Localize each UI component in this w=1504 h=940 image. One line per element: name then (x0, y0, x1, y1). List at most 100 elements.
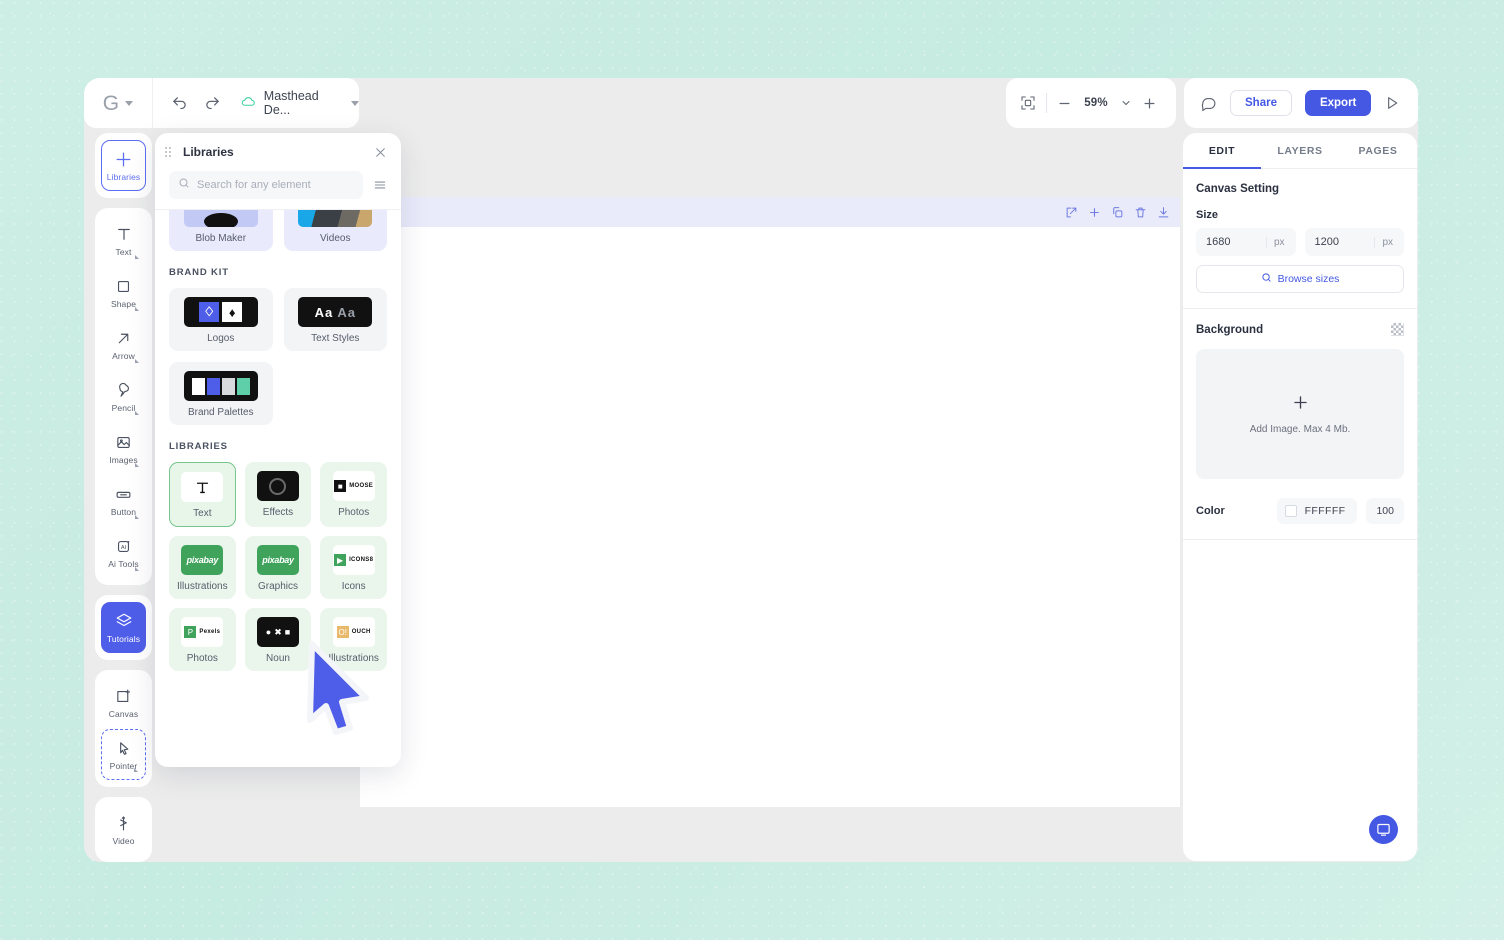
color-opacity-field[interactable]: 100 (1366, 498, 1404, 524)
library-card-photos[interactable]: ■ MOOSE Photos (320, 462, 387, 527)
app-logo-button[interactable]: G (84, 78, 153, 128)
thumbnail-pixabay: pixabay (181, 545, 224, 575)
text-icon (115, 225, 133, 244)
image-icon (115, 433, 132, 452)
tool-card-videos[interactable]: Videos (283, 210, 387, 251)
close-icon[interactable] (374, 146, 387, 159)
help-chat-button[interactable] (1369, 815, 1398, 844)
thumbnail-brand-palettes (183, 371, 258, 401)
redo-button[interactable] (204, 95, 221, 112)
tool-images[interactable]: Images (101, 423, 146, 474)
tool-text[interactable]: Text (101, 215, 146, 266)
library-card-text[interactable]: Text (169, 462, 236, 527)
list-view-icon[interactable] (373, 178, 387, 192)
library-card-illustrations[interactable]: O! OUCH Illustrations (320, 608, 387, 671)
library-card-illustrations[interactable]: pixabay Illustrations (169, 536, 236, 599)
export-button[interactable]: Export (1304, 90, 1372, 116)
chevron-down-icon (125, 100, 134, 106)
drag-handle-icon[interactable] (165, 147, 171, 157)
tool-label: Text (115, 246, 132, 257)
zoom-out-button[interactable] (1057, 96, 1072, 111)
tool-pencil[interactable]: Pencil (101, 371, 146, 422)
color-swatch[interactable] (1284, 505, 1297, 517)
transparency-checker-icon[interactable] (1391, 323, 1404, 336)
card-label: Illustrations (328, 653, 379, 664)
document-name-label: Masthead De... (263, 89, 319, 117)
background-color-field[interactable]: FFFFFF (1276, 498, 1358, 524)
thumbnail-ouch: O! OUCH (332, 617, 375, 647)
background-image-dropzone[interactable]: Add Image. Max 4 Mb. (1196, 349, 1404, 479)
card-label: Photos (186, 653, 218, 664)
library-card-graphics[interactable]: pixabay Graphics (244, 536, 312, 599)
library-search-box[interactable] (169, 171, 363, 199)
tool-button[interactable]: Button (101, 475, 146, 526)
tool-rail-group-2: Text Shape Arrow Pencil Images Button AI Ai Too… (95, 208, 152, 585)
search-icon (178, 176, 190, 194)
undo-button[interactable] (171, 95, 188, 112)
app-window: G Masthead De... 59% Share Export Librar… (84, 78, 1418, 862)
present-play-icon[interactable] (1384, 95, 1400, 111)
tool-card-blob-maker[interactable]: Blob Maker (169, 210, 273, 251)
brandkit-card-logos[interactable]: ♢ ♦ Logos (169, 288, 273, 351)
libraries-scroll-body[interactable]: Blob Maker Videos BRAND KIT ♢ ♦ Logos Aa Aa Tex… (155, 209, 401, 767)
zoom-in-button[interactable] (1142, 96, 1157, 111)
card-label: Effects (262, 507, 294, 518)
library-card-icons[interactable]: ▶ ICONS8 Icons (320, 536, 387, 599)
zoom-dropdown-button[interactable] (1120, 97, 1132, 109)
canvas-setting-title: Canvas Setting (1196, 183, 1280, 195)
library-card-noun[interactable]: ● ✖ ■ Noun (244, 608, 312, 671)
thumbnail-text-styles: Aa Aa (298, 297, 373, 327)
canvas-height-input[interactable] (1314, 236, 1371, 248)
tool-rail: Libraries Text Shape Arrow Pencil Images Butto… (95, 133, 152, 862)
canvas-width-field[interactable]: px (1196, 228, 1296, 256)
arrow-icon (115, 329, 132, 348)
inspector-tabs: EDIT LAYERS PAGES (1183, 133, 1417, 169)
tool-tutorials[interactable]: Tutorials (101, 602, 146, 653)
tool-libraries[interactable]: Libraries (101, 140, 146, 191)
tab-layers[interactable]: LAYERS (1261, 133, 1339, 168)
tool-pointer[interactable]: Pointer (101, 729, 146, 780)
share-button[interactable]: Share (1230, 90, 1292, 116)
artboard-page[interactable] (360, 227, 1180, 807)
brandkit-card-brand-palettes[interactable]: Brand Palettes (169, 362, 273, 425)
tab-edit[interactable]: EDIT (1183, 133, 1261, 169)
card-label: Graphics (257, 581, 298, 592)
brandkit-card-text-styles[interactable]: Aa Aa Text Styles (283, 288, 387, 351)
tool-rail-group-4: Canvas Pointer (95, 670, 152, 787)
card-label: Icons (341, 581, 366, 592)
tool-ai-tools[interactable]: AI Ai Tools (101, 527, 146, 578)
comment-icon[interactable] (1200, 95, 1217, 112)
plus-icon[interactable] (1088, 206, 1101, 219)
tool-arrow[interactable]: Arrow (101, 319, 146, 370)
thumbnail-text (181, 472, 224, 502)
brand-kit-grid: ♢ ♦ Logos Aa Aa Text Styles Brand Palettes (169, 288, 387, 425)
library-card-effects[interactable]: Effects (244, 462, 312, 527)
tool-video[interactable]: Video (101, 804, 146, 855)
tool-shape[interactable]: Shape (101, 267, 146, 318)
trash-icon[interactable] (1134, 206, 1147, 219)
edit-icon[interactable] (1065, 206, 1078, 219)
dropzone-text: Add Image. Max 4 Mb. (1249, 424, 1351, 435)
search-input[interactable] (197, 179, 354, 191)
top-toolbar-right: Share Export (1184, 78, 1418, 128)
tool-canvas[interactable]: Canvas (101, 677, 146, 728)
thumbnail-effects (256, 471, 299, 501)
duplicate-icon[interactable] (1111, 206, 1124, 219)
download-icon[interactable] (1157, 206, 1170, 219)
canvas-width-input[interactable] (1206, 236, 1262, 248)
card-label: Noun (266, 653, 290, 664)
artboard-toolbar (360, 197, 1180, 227)
document-name-menu[interactable]: Masthead De... (221, 89, 359, 117)
card-label: Text (193, 508, 212, 519)
tool-label: Video (112, 835, 135, 846)
browse-sizes-button[interactable]: Browse sizes (1196, 265, 1404, 293)
background-label: Background (1196, 323, 1264, 336)
fit-to-screen-button[interactable] (1020, 95, 1036, 111)
tab-pages[interactable]: PAGES (1339, 133, 1417, 168)
submenu-indicator-icon (135, 567, 139, 571)
canvas-height-field[interactable]: px (1304, 228, 1404, 256)
library-card-photos[interactable]: P Pexels Photos (169, 608, 236, 671)
submenu-indicator-icon (134, 768, 138, 772)
libraries-heading: LIBRARIES (169, 441, 228, 452)
libraries-grid: Text Effects ■ MOOSE Photos pixabay Illustrati… (169, 462, 387, 671)
